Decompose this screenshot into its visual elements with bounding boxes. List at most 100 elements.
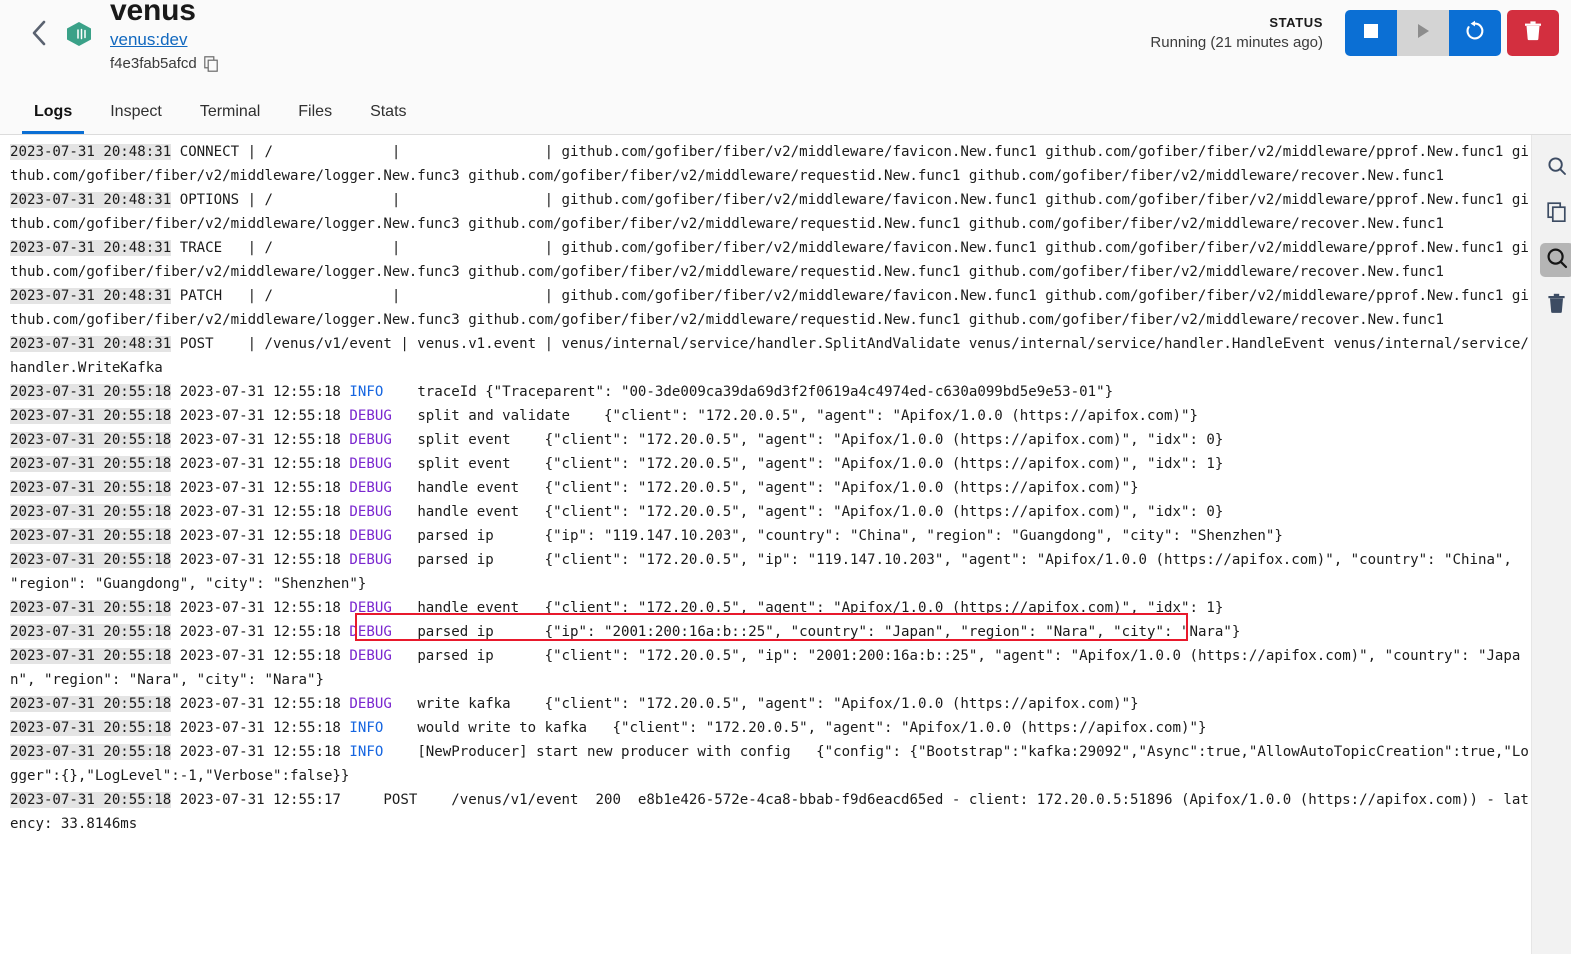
log-line: 2023-07-31 20:55:18 2023-07-31 12:55:18 … <box>0 644 1531 692</box>
log-message: would write to kafka {"client": "172.20.… <box>383 720 1207 736</box>
restart-button[interactable] <box>1449 10 1501 56</box>
log-timestamp: 2023-07-31 20:48:31 <box>10 192 172 208</box>
log-message: POST | /venus/v1/event | venus.v1.event … <box>10 336 1529 376</box>
log-line: 2023-07-31 20:55:18 2023-07-31 12:55:18 … <box>0 716 1531 740</box>
log-message: write kafka {"client": "172.20.0.5", "ag… <box>391 696 1139 712</box>
log-level: DEBUG <box>349 696 392 712</box>
back-button[interactable] <box>22 16 56 50</box>
trash-icon <box>1524 20 1542 46</box>
container-cube-icon <box>62 17 96 51</box>
copy-icon <box>1546 201 1567 227</box>
log-timestamp: 2023-07-31 20:55:18 <box>10 792 172 808</box>
log-timestamp-secondary: 2023-07-31 12:55:18 <box>171 648 350 664</box>
header-actions: STATUS Running (21 minutes ago) <box>1150 10 1559 56</box>
log-message: split and validate {"client": "172.20.0.… <box>391 408 1198 424</box>
tab-files[interactable]: Files <box>286 89 344 134</box>
log-line: 2023-07-31 20:55:18 2023-07-31 12:55:18 … <box>0 620 1531 644</box>
status-label: STATUS <box>1269 14 1323 30</box>
log-timestamp-secondary: 2023-07-31 12:55:18 <box>171 456 350 472</box>
log-message: TRACE | / | | github.com/gofiber/fiber/v… <box>10 240 1529 280</box>
search-icon <box>1547 156 1567 181</box>
container-controls <box>1345 10 1559 56</box>
log-timestamp-secondary: 2023-07-31 12:55:17 <box>171 792 350 808</box>
page-title: venus <box>110 0 196 27</box>
log-line: 2023-07-31 20:55:18 2023-07-31 12:55:18 … <box>0 404 1531 428</box>
stop-icon <box>1362 22 1380 45</box>
log-timestamp: 2023-07-31 20:55:18 <box>10 744 172 760</box>
log-level: DEBUG <box>349 552 392 568</box>
logs-toolbar <box>1531 135 1571 954</box>
log-level: INFO <box>349 744 384 760</box>
log-timestamp-secondary: 2023-07-31 12:55:18 <box>171 480 350 496</box>
log-timestamp: 2023-07-31 20:55:18 <box>10 624 172 640</box>
log-level: DEBUG <box>349 408 392 424</box>
log-line: 2023-07-31 20:48:31 CONNECT | / | | gith… <box>0 140 1531 188</box>
log-line: 2023-07-31 20:48:31 POST | /venus/v1/eve… <box>0 332 1531 380</box>
log-line: 2023-07-31 20:55:18 2023-07-31 12:55:17 … <box>0 788 1531 836</box>
log-message: parsed ip {"ip": "2001:200:16a:b::25", "… <box>391 624 1241 640</box>
log-timestamp: 2023-07-31 20:55:18 <box>10 648 172 664</box>
delete-button[interactable] <box>1507 10 1559 56</box>
clear-logs-button[interactable] <box>1540 289 1571 323</box>
search-button[interactable] <box>1540 151 1571 185</box>
container-detail-page: venus venus:dev f4e3fab5afcd STATUS Runn… <box>0 0 1571 954</box>
log-timestamp: 2023-07-31 20:55:18 <box>10 504 172 520</box>
play-icon <box>1414 22 1432 45</box>
log-message: OPTIONS | / | | github.com/gofiber/fiber… <box>10 192 1529 232</box>
log-message: parsed ip {"ip": "119.147.10.203", "coun… <box>391 528 1283 544</box>
log-timestamp: 2023-07-31 20:55:18 <box>10 432 172 448</box>
log-timestamp: 2023-07-31 20:48:31 <box>10 144 172 160</box>
logs-panel: 2023-07-31 20:48:31 CONNECT | / | | gith… <box>0 135 1571 954</box>
log-output[interactable]: 2023-07-31 20:48:31 CONNECT | / | | gith… <box>0 135 1531 954</box>
log-line: 2023-07-31 20:55:18 2023-07-31 12:55:18 … <box>0 428 1531 452</box>
image-tag-link[interactable]: venus:dev <box>110 29 188 51</box>
log-line: 2023-07-31 20:55:18 2023-07-31 12:55:18 … <box>0 692 1531 716</box>
log-timestamp: 2023-07-31 20:48:31 <box>10 288 172 304</box>
log-message: CONNECT | / | | github.com/gofiber/fiber… <box>10 144 1529 184</box>
log-timestamp: 2023-07-31 20:55:18 <box>10 528 172 544</box>
tab-terminal[interactable]: Terminal <box>188 89 272 134</box>
log-timestamp: 2023-07-31 20:55:18 <box>10 720 172 736</box>
tab-logs[interactable]: Logs <box>22 89 85 134</box>
log-message: handle event {"client": "172.20.0.5", "a… <box>391 600 1224 616</box>
log-timestamp: 2023-07-31 20:55:18 <box>10 696 172 712</box>
log-message: split event {"client": "172.20.0.5", "ag… <box>391 432 1224 448</box>
log-timestamp-secondary: 2023-07-31 12:55:18 <box>171 624 350 640</box>
copy-icon[interactable] <box>203 56 219 72</box>
log-line: 2023-07-31 20:55:18 2023-07-31 12:55:18 … <box>0 596 1531 620</box>
log-timestamp: 2023-07-31 20:55:18 <box>10 552 172 568</box>
log-level: DEBUG <box>349 624 392 640</box>
log-line: 2023-07-31 20:55:18 2023-07-31 12:55:18 … <box>0 452 1531 476</box>
copy-logs-button[interactable] <box>1540 197 1571 231</box>
log-level: DEBUG <box>349 528 392 544</box>
log-timestamp: 2023-07-31 20:55:18 <box>10 456 172 472</box>
log-timestamp-secondary: 2023-07-31 12:55:18 <box>171 552 350 568</box>
log-line: 2023-07-31 20:55:18 2023-07-31 12:55:18 … <box>0 380 1531 404</box>
tab-stats[interactable]: Stats <box>358 89 418 134</box>
page-header: venus venus:dev f4e3fab5afcd STATUS Runn… <box>0 0 1571 89</box>
tab-inspect[interactable]: Inspect <box>98 89 174 134</box>
trash-icon <box>1547 293 1566 319</box>
status-block: STATUS Running (21 minutes ago) <box>1150 14 1329 53</box>
log-level: DEBUG <box>349 480 392 496</box>
log-timestamp-secondary: 2023-07-31 12:55:18 <box>171 408 350 424</box>
log-message: handle event {"client": "172.20.0.5", "a… <box>391 480 1139 496</box>
status-value: Running (21 minutes ago) <box>1150 33 1323 51</box>
log-line: 2023-07-31 20:55:18 2023-07-31 12:55:18 … <box>0 500 1531 524</box>
log-line: 2023-07-31 20:55:18 2023-07-31 12:55:18 … <box>0 524 1531 548</box>
log-level: INFO <box>349 384 384 400</box>
tab-bar: Logs Inspect Terminal Files Stats <box>0 89 1571 135</box>
log-message: PATCH | / | | github.com/gofiber/fiber/v… <box>10 288 1529 328</box>
log-line: 2023-07-31 20:55:18 2023-07-31 12:55:18 … <box>0 476 1531 500</box>
log-timestamp: 2023-07-31 20:55:18 <box>10 600 172 616</box>
zoom-search-button[interactable] <box>1539 243 1571 277</box>
log-timestamp: 2023-07-31 20:48:31 <box>10 336 172 352</box>
chevron-left-icon <box>28 18 50 48</box>
log-timestamp: 2023-07-31 20:48:31 <box>10 240 172 256</box>
log-message: traceId {"Traceparent": "00-3de009ca39da… <box>383 384 1114 400</box>
log-line: 2023-07-31 20:48:31 OPTIONS | / | | gith… <box>0 188 1531 236</box>
log-timestamp-secondary: 2023-07-31 12:55:18 <box>171 696 350 712</box>
zoom-search-icon <box>1546 247 1568 274</box>
stop-button[interactable] <box>1345 10 1397 56</box>
start-button[interactable] <box>1397 10 1449 56</box>
